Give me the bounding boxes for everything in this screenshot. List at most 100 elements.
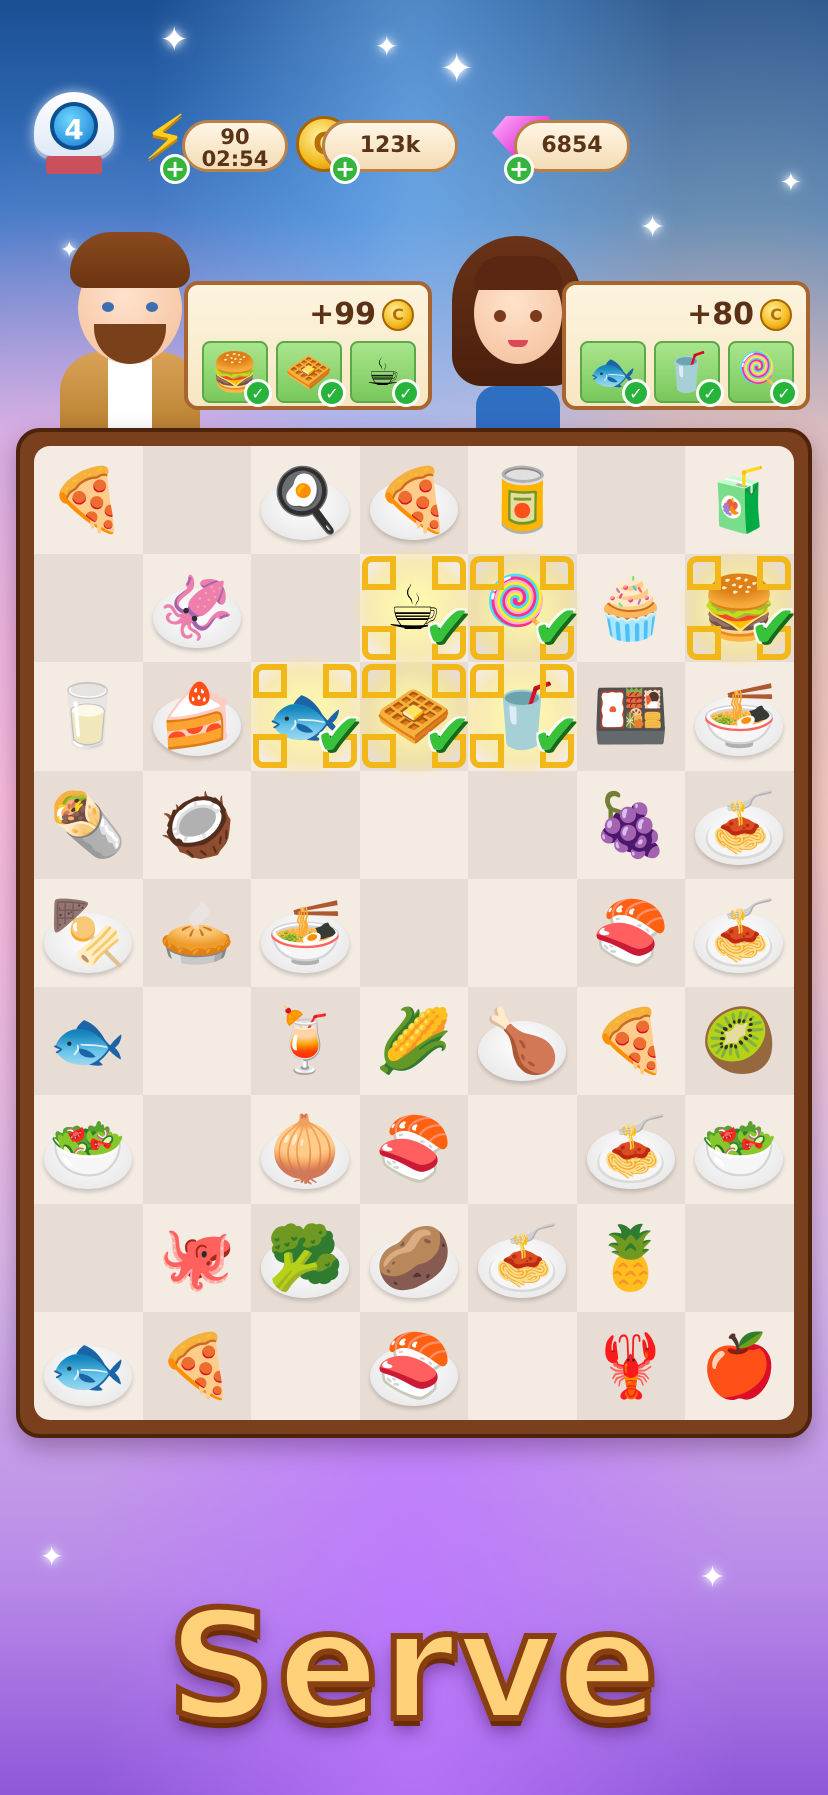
food-icon: 🍕 [157, 1328, 236, 1402]
food-tile[interactable]: 🥗 [685, 1095, 793, 1203]
food-tile[interactable]: 🥛 [34, 662, 142, 770]
food-tile[interactable]: 🧅 [251, 1095, 359, 1203]
order-card-chef[interactable]: +99 C 🍔 ✓ 🧇 ✓ ☕ ✓ [184, 281, 432, 410]
food-tile[interactable]: 🦑 [143, 554, 251, 662]
food-tile[interactable]: 🐟 [34, 987, 142, 1095]
food-tile[interactable]: 🧃 [685, 446, 793, 554]
sparkle: ✦ [375, 30, 399, 63]
board-cell [359, 878, 469, 988]
selection-bracket [687, 626, 722, 661]
food-tile[interactable]: 🍜 [685, 662, 793, 770]
selection-bracket [470, 626, 505, 661]
food-tile[interactable]: 🍜 [251, 879, 359, 987]
food-tile[interactable]: 🍕 [577, 987, 685, 1095]
food-icon: 🥝 [700, 1004, 779, 1078]
food-tile[interactable]: 🍍 [577, 1204, 685, 1312]
energy-counter[interactable]: 90 02:54 [182, 120, 288, 172]
checkmark-icon: ✔ [314, 701, 364, 770]
food-icon: 🍝 [700, 895, 779, 969]
food-tile[interactable]: 🍕 [143, 1312, 251, 1420]
gold-coin-icon: C [760, 298, 792, 331]
level-number: 4 [50, 102, 98, 150]
order-reward-value: +99 [309, 297, 376, 332]
food-tile[interactable]: 🍢 [34, 879, 142, 987]
order-item: ☕ ✓ [350, 341, 420, 407]
checkmark-icon: ✓ [696, 379, 724, 407]
order-reward: +99 C [309, 297, 414, 332]
selection-bracket [361, 556, 396, 591]
food-tile-selected[interactable]: 🐟 ✔ [245, 656, 366, 777]
food-tile[interactable]: 🐟 [34, 1312, 142, 1420]
food-tile[interactable]: 🥦 [251, 1204, 359, 1312]
food-tile[interactable]: 🦞 [577, 1312, 685, 1420]
food-tile-selected[interactable]: 🧇 ✔ [353, 656, 474, 777]
order-item: 🐟 ✓ [580, 341, 650, 407]
food-tile-selected[interactable]: 🥤 ✔ [462, 656, 583, 777]
food-tile[interactable]: 🍝 [577, 1095, 685, 1203]
food-tile[interactable]: 🌽 [360, 987, 468, 1095]
add-coins-button[interactable]: + [330, 154, 360, 184]
checkmark-icon: ✓ [392, 379, 420, 407]
food-tile[interactable]: 🍕 [34, 446, 142, 554]
order-item: 🥤 ✓ [654, 341, 724, 407]
add-gems-button[interactable]: + [504, 154, 534, 184]
level-badge[interactable]: 4 [28, 92, 120, 184]
checkmark-icon: ✔ [423, 701, 472, 770]
food-tile[interactable]: 🐙 [143, 1204, 251, 1312]
food-tile[interactable]: 🍗 [468, 987, 576, 1095]
food-tile-selected[interactable]: ☕ ✔ [353, 548, 474, 669]
selection-bracket [361, 734, 396, 769]
food-icon: 🍝 [592, 1112, 670, 1186]
board-cell [685, 1203, 794, 1312]
selection-bracket [253, 664, 288, 699]
food-icon: 🍣 [592, 895, 670, 969]
food-tile[interactable]: 🍰 [143, 662, 251, 770]
checkmark-icon: ✔ [748, 593, 794, 662]
food-tile[interactable]: 🥧 [143, 879, 251, 987]
checkmark-icon: ✔ [423, 593, 472, 662]
food-tile[interactable]: 🍣 [577, 879, 685, 987]
selection-bracket [540, 664, 575, 699]
food-tile[interactable]: 🥔 [360, 1204, 468, 1312]
food-tile[interactable]: 🍝 [468, 1204, 576, 1312]
order-card-woman[interactable]: +80 C 🐟 ✓ 🥤 ✓ 🍭 ✓ [562, 281, 810, 410]
food-tile[interactable]: 🍝 [685, 771, 793, 879]
food-tile[interactable]: 🍣 [360, 1312, 468, 1420]
food-tile[interactable]: 🥗 [34, 1095, 142, 1203]
food-tile[interactable]: 🍱 [577, 662, 685, 770]
food-icon: 🍕 [375, 463, 453, 536]
food-icon: 🍹 [266, 1004, 344, 1078]
food-tile-selected[interactable]: 🍔 ✔ [679, 548, 794, 669]
board-cell [34, 554, 143, 663]
selection-bracket [253, 734, 288, 769]
food-tile[interactable]: 🍎 [685, 1312, 793, 1420]
checkmark-icon: ✓ [622, 379, 650, 407]
food-tile[interactable]: 🌯 [34, 771, 142, 879]
board-cell [143, 987, 252, 1095]
board-cell [34, 1203, 143, 1312]
food-tile[interactable]: 🥝 [685, 987, 793, 1095]
order-reward: +80 C [687, 297, 792, 332]
food-tile-selected[interactable]: 🍭 ✔ [462, 548, 583, 669]
food-icon: 🍢 [49, 895, 127, 969]
food-tile[interactable]: 🍳 [251, 446, 359, 554]
board-cell [468, 1312, 577, 1420]
food-tile[interactable]: 🥫 [468, 446, 576, 554]
food-tile[interactable]: 🧁 [577, 554, 685, 662]
sparkle: ✦ [40, 1540, 64, 1573]
food-tile[interactable]: 🍇 [577, 771, 685, 879]
food-tile[interactable]: 🍕 [360, 446, 468, 554]
top-hud: 4 ⚡ 90 02:54 + C 123k + 6854 + [0, 88, 828, 198]
food-icon: 🍱 [592, 679, 670, 753]
add-energy-button[interactable]: + [160, 154, 190, 184]
food-icon: 🍍 [592, 1220, 670, 1294]
selection-bracket [687, 556, 722, 591]
food-icon: 🍎 [700, 1328, 779, 1402]
serve-title: Serve [164, 1577, 661, 1757]
food-tile[interactable]: 🍣 [360, 1095, 468, 1203]
food-tile[interactable]: 🥥 [143, 771, 251, 879]
food-tile[interactable]: 🍹 [251, 987, 359, 1095]
selection-bracket [431, 556, 466, 591]
food-tile[interactable]: 🍝 [685, 879, 793, 987]
checkmark-icon: ✓ [318, 379, 346, 407]
